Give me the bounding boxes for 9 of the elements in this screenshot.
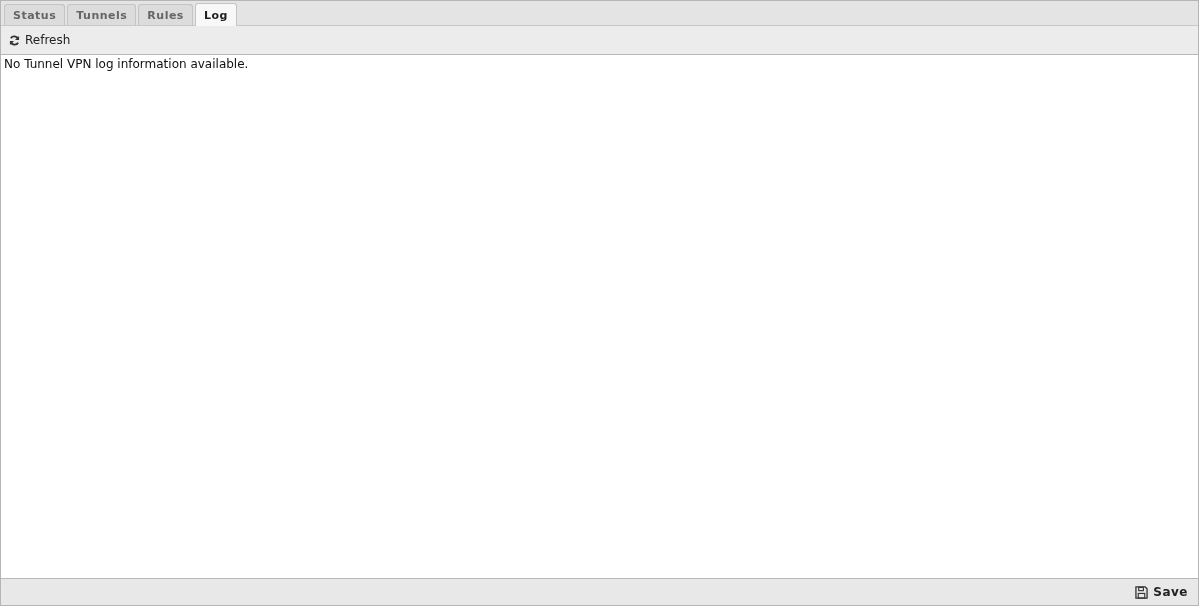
log-message: No Tunnel VPN log information available. [4, 57, 250, 71]
refresh-icon [9, 34, 20, 46]
save-icon [1135, 585, 1149, 599]
save-button[interactable]: Save [1133, 583, 1190, 601]
tab[interactable]: Rules [138, 4, 193, 25]
tab[interactable]: Log [194, 3, 237, 26]
refresh-button[interactable]: Refresh [7, 31, 73, 49]
tab[interactable]: Tunnels [67, 4, 137, 25]
tab[interactable]: Status [4, 4, 66, 25]
